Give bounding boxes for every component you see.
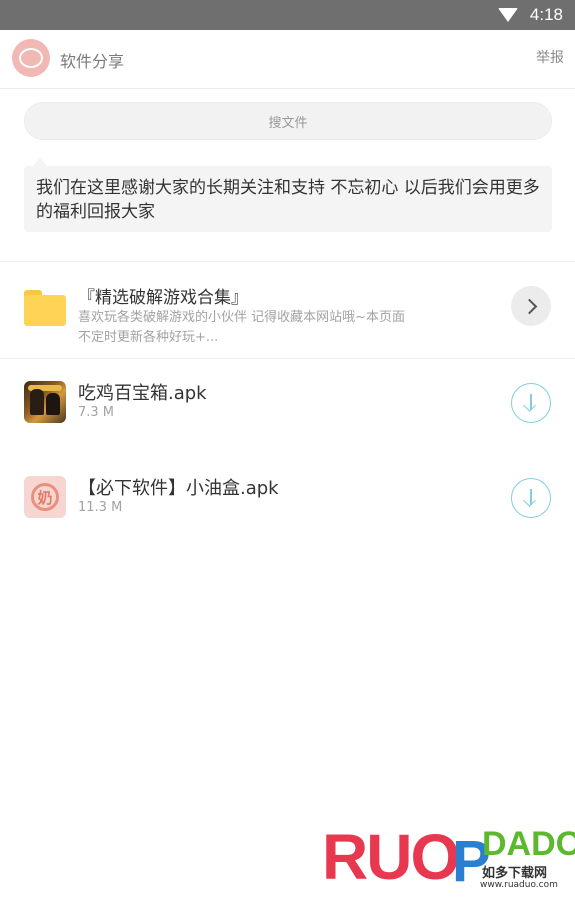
magnifier-logo-icon [19, 48, 43, 68]
download-arrow-icon [523, 494, 536, 507]
file-name: 吃鸡百宝箱.apk [78, 383, 207, 404]
pubg-game-icon [24, 381, 66, 423]
watermark-url: www.ruaduo.com [480, 880, 558, 890]
page-title: 软件分享 [60, 52, 125, 71]
open-folder-button[interactable] [511, 286, 551, 326]
file-size: 11.3 M [78, 500, 123, 515]
download-button[interactable] [511, 478, 551, 518]
file-name: 【必下软件】小油盒.apk [78, 478, 279, 499]
wifi-icon [497, 8, 518, 22]
file-size: 7.3 M [78, 405, 115, 420]
folder-row[interactable]: 『精选破解游戏合集』 喜欢玩各类破解游戏的小伙伴 记得收藏本网站哦~本页面不定时… [0, 262, 575, 358]
status-time: 4:18 [529, 5, 563, 24]
watermark-brand: RUO [322, 821, 460, 893]
file-row[interactable]: 吃鸡百宝箱.apk 7.3 M [0, 359, 575, 453]
watermark-cn: 如多下载网 [482, 866, 548, 881]
download-arrow-icon [523, 399, 536, 412]
download-button[interactable] [511, 383, 551, 423]
folder-icon [24, 290, 66, 326]
chevron-right-icon [521, 298, 537, 314]
avatar[interactable] [12, 39, 50, 77]
announcement-message: 我们在这里感谢大家的长期关注和支持 不忘初心 以后我们会用更多的福利回报大家 [24, 166, 552, 232]
folder-title: 『精选破解游戏合集』 [78, 288, 248, 308]
app-header: 软件分享 举报 [0, 30, 575, 89]
watermark-brand-duo: DADO [482, 825, 575, 863]
report-button[interactable]: 举报 [536, 47, 564, 67]
search-input[interactable]: 搜文件 [24, 102, 552, 140]
youhe-app-icon: 奶 [24, 476, 66, 518]
status-bar: 4:18 [0, 0, 575, 30]
site-watermark-logo: RUO P DADO 如多下载网 www.ruaduo.com [322, 821, 575, 912]
folder-description: 喜欢玩各类破解游戏的小伙伴 记得收藏本网站哦~本页面不定时更新各种好玩+... [78, 310, 406, 345]
file-row[interactable]: 奶 【必下软件】小油盒.apk 11.3 M [0, 454, 575, 548]
